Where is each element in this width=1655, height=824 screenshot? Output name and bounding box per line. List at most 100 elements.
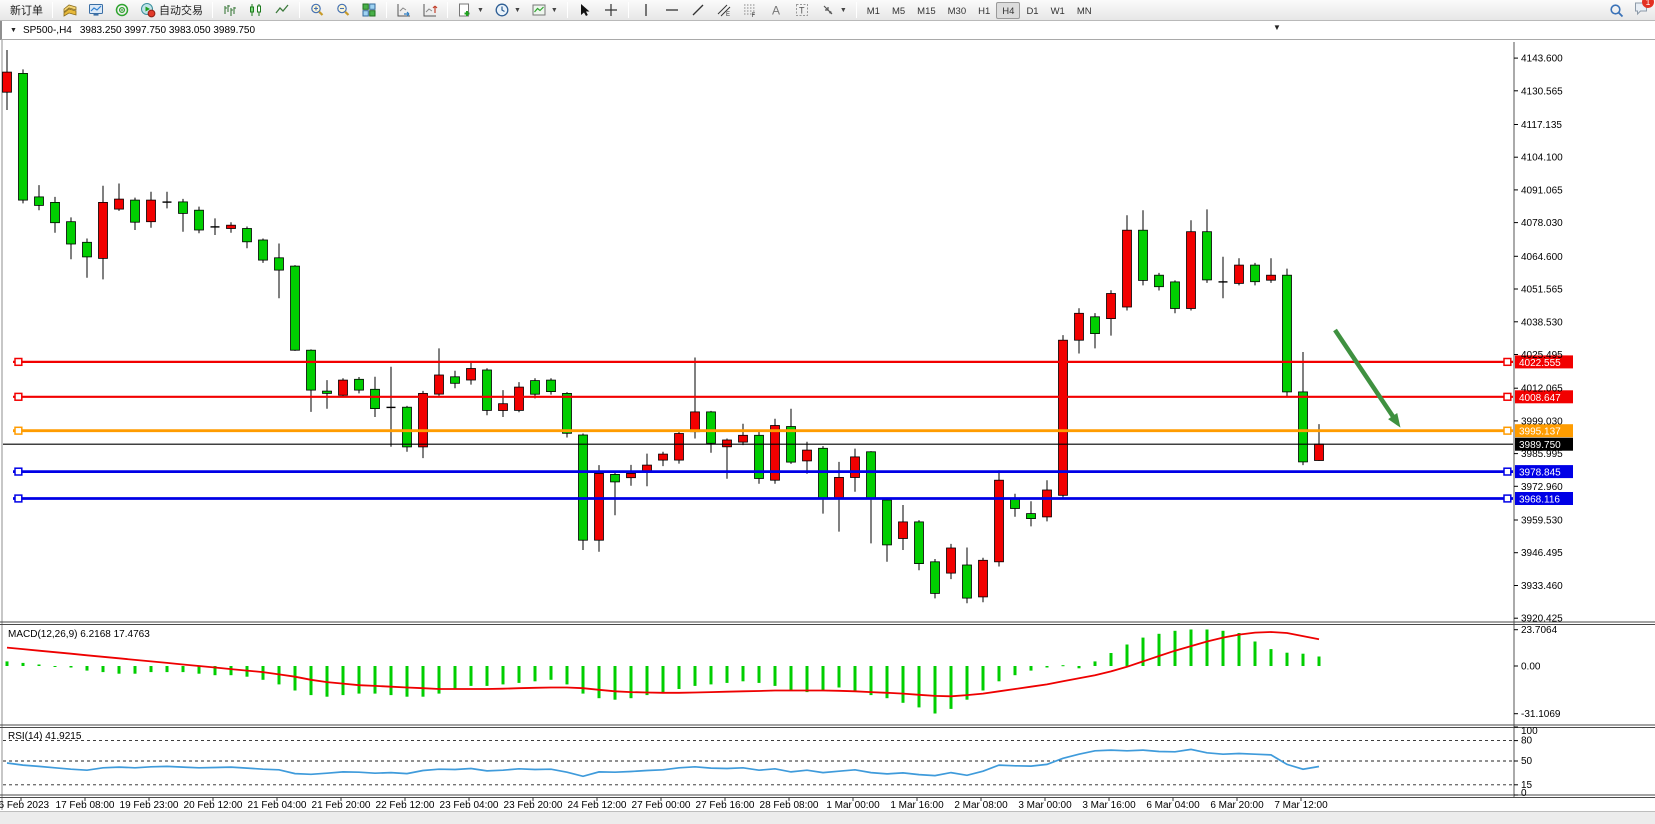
- line-handle[interactable]: [1504, 427, 1511, 434]
- svg-text:A: A: [772, 4, 780, 18]
- chart-shift-marker-icon[interactable]: ▼: [1273, 23, 1281, 32]
- crosshair-icon: [603, 2, 619, 18]
- bull-candle: [1123, 230, 1132, 307]
- macd-histogram-bar: [950, 666, 953, 709]
- macd-histogram-bar: [134, 666, 137, 674]
- time-tick-label: 17 Feb 08:00: [56, 800, 115, 811]
- line-chart-button[interactable]: [269, 1, 295, 19]
- macd-histogram-bar: [1238, 633, 1241, 666]
- chart-shift-button[interactable]: [417, 1, 443, 19]
- chart-background: [0, 40, 1655, 810]
- tab-timeframe-m15[interactable]: M15: [911, 2, 941, 19]
- line-handle[interactable]: [1504, 468, 1511, 475]
- tab-timeframe-m30[interactable]: M30: [942, 2, 972, 19]
- trendline-button[interactable]: [685, 1, 711, 19]
- notifications-button[interactable]: 1: [1633, 0, 1649, 21]
- time-tick-label: 16 Feb 2023: [0, 800, 50, 811]
- tab-timeframe-w1[interactable]: W1: [1045, 2, 1071, 19]
- tab-timeframe-mn[interactable]: MN: [1071, 2, 1098, 19]
- time-tick-label: 21 Feb 20:00: [312, 800, 371, 811]
- profiles-button[interactable]: [57, 1, 83, 19]
- time-tick-label: 1 Mar 16:00: [890, 800, 944, 811]
- bear-candle: [1139, 230, 1148, 280]
- bear-candle: [291, 266, 300, 350]
- bull-candle: [147, 200, 156, 222]
- navigator-button[interactable]: [109, 1, 135, 19]
- symbol-label: SP500-,H4: [23, 25, 72, 36]
- price-tick-label: 3972.960: [1521, 482, 1563, 493]
- channel-button[interactable]: E: [711, 1, 737, 19]
- macd-histogram-bar: [22, 663, 25, 666]
- time-tick-label: 28 Feb 08:00: [760, 800, 819, 811]
- fibonacci-button[interactable]: F: [737, 1, 763, 19]
- line-handle[interactable]: [15, 359, 22, 366]
- line-handle[interactable]: [1504, 393, 1511, 400]
- market-watch-button[interactable]: [83, 1, 109, 19]
- bear-candle: [1251, 265, 1260, 282]
- macd-histogram-bar: [86, 666, 89, 671]
- tab-timeframe-d1[interactable]: D1: [1020, 2, 1044, 19]
- vline-button[interactable]: [633, 1, 659, 19]
- bear-candle: [611, 474, 620, 482]
- bull-candle: [467, 369, 476, 381]
- candle-chart-button[interactable]: [243, 1, 269, 19]
- autotrade-button[interactable]: 自动交易: [135, 1, 208, 19]
- price-tick-label: 4038.530: [1521, 317, 1563, 328]
- bull-candle: [1107, 294, 1116, 319]
- tab-timeframe-h1[interactable]: H1: [972, 2, 996, 19]
- hline-button[interactable]: [659, 1, 685, 19]
- bull-candle: [595, 473, 604, 540]
- line-handle[interactable]: [1504, 359, 1511, 366]
- macd-histogram-bar: [6, 661, 9, 666]
- line-handle[interactable]: [1504, 495, 1511, 502]
- rsi-tick-label: 0: [1521, 788, 1527, 799]
- macd-label: MACD(12,26,9) 6.2168 17.4763: [8, 629, 150, 640]
- tile-windows-button[interactable]: [356, 1, 382, 19]
- bear-candle: [707, 412, 716, 443]
- macd-histogram-bar: [854, 666, 857, 691]
- macd-histogram-bar: [1078, 666, 1081, 668]
- cursor-button[interactable]: [572, 1, 598, 19]
- template-button[interactable]: ▼: [526, 1, 563, 19]
- text-button[interactable]: A: [763, 1, 789, 19]
- bar-chart-button[interactable]: [217, 1, 243, 19]
- line-handle[interactable]: [15, 468, 22, 475]
- line-handle[interactable]: [15, 393, 22, 400]
- line-handle[interactable]: [15, 427, 22, 434]
- bull-candle: [851, 457, 860, 478]
- tab-timeframe-h4[interactable]: H4: [996, 2, 1020, 19]
- search-icon[interactable]: [1609, 3, 1625, 19]
- time-tick-label: 7 Mar 12:00: [1274, 800, 1328, 811]
- crosshair-button[interactable]: [598, 1, 624, 19]
- arrows-button[interactable]: ▼: [815, 1, 852, 19]
- line-handle[interactable]: [15, 495, 22, 502]
- new-order-button[interactable]: 新订单: [5, 1, 48, 19]
- zoom-out-button[interactable]: [330, 1, 356, 19]
- tab-timeframe-m5[interactable]: M5: [886, 2, 911, 19]
- line-chart-icon: [274, 2, 290, 18]
- macd-histogram-bar: [70, 666, 73, 668]
- collapse-triangle-icon[interactable]: ▼: [10, 27, 17, 34]
- bull-candle: [835, 477, 844, 498]
- bull-candle: [1315, 444, 1324, 460]
- macd-histogram-bar: [38, 665, 41, 667]
- new-chart-button[interactable]: ▼: [452, 1, 489, 19]
- macd-histogram-bar: [534, 666, 537, 681]
- bull-candle: [227, 225, 236, 228]
- price-tick-label: 4025.495: [1521, 350, 1563, 361]
- tab-timeframe-m1[interactable]: M1: [861, 2, 886, 19]
- bull-candle: [339, 380, 348, 395]
- bull-candle: [947, 548, 956, 573]
- time-axis[interactable]: 16 Feb 202317 Feb 08:0019 Feb 23:0020 Fe…: [0, 798, 1328, 812]
- auto-scroll-button[interactable]: [391, 1, 417, 19]
- zoom-in-button[interactable]: [304, 1, 330, 19]
- bull-candle: [691, 412, 700, 432]
- text-label-button[interactable]: T: [789, 1, 815, 19]
- macd-histogram-bar: [406, 666, 409, 697]
- macd-histogram-bar: [1270, 649, 1273, 666]
- time-tick-label: 27 Feb 00:00: [632, 800, 691, 811]
- macd-histogram-bar: [1110, 653, 1113, 666]
- period-button[interactable]: ▼: [489, 1, 526, 19]
- dropdown-arrow-icon: ▼: [514, 7, 521, 14]
- price-tick-label: 3933.460: [1521, 581, 1563, 592]
